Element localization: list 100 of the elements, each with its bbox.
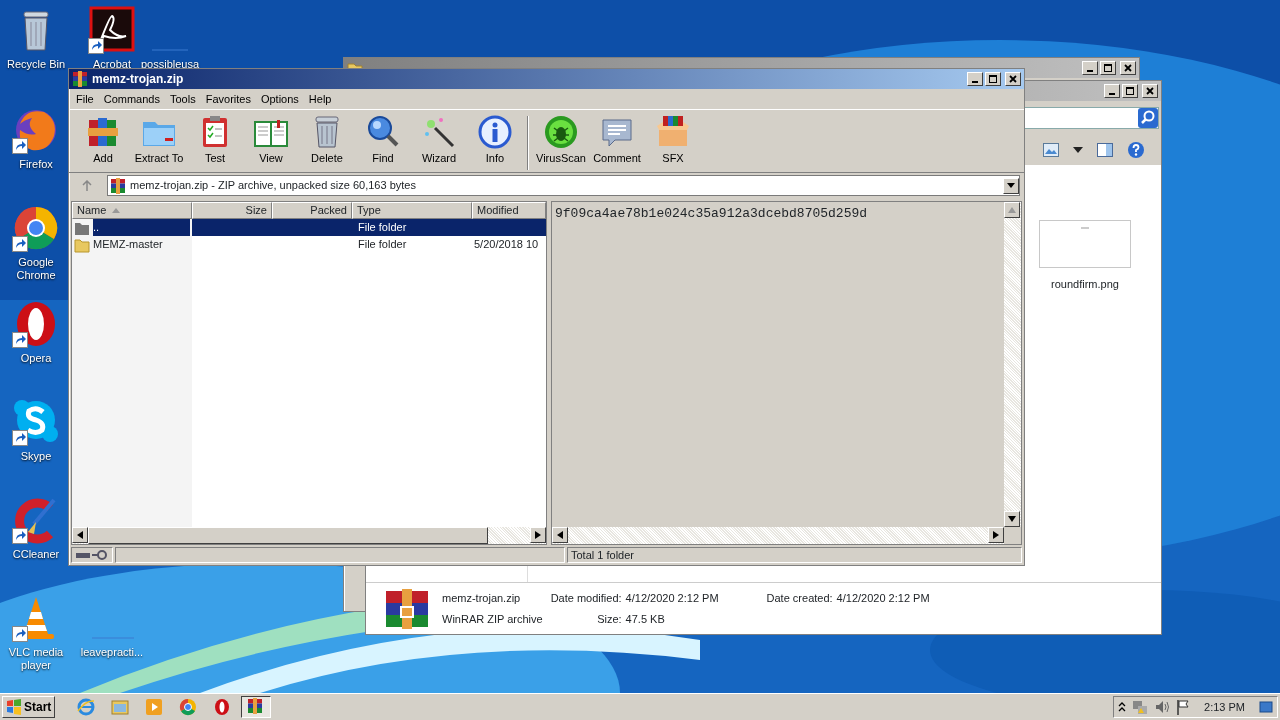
toolbar-button[interactable]: View xyxy=(243,114,299,167)
chevron-icon[interactable] xyxy=(1118,702,1127,712)
start-button[interactable]: Start xyxy=(2,696,56,718)
archive-icon xyxy=(72,71,88,87)
swirl-icon[interactable] xyxy=(88,6,136,54)
file-name: memz-trojan.zip xyxy=(442,591,522,606)
folder-icon xyxy=(74,236,90,253)
archive-icon xyxy=(384,588,430,629)
toolbar-button[interactable]: VirusScan xyxy=(533,114,589,167)
menu-item[interactable]: Commands xyxy=(98,90,165,108)
icon-label[interactable]: Opera xyxy=(20,352,52,365)
taskbar-button[interactable] xyxy=(241,696,272,718)
window-title: memz-trojan.zip xyxy=(92,71,184,88)
image-thumbnail-icon[interactable] xyxy=(1039,220,1131,268)
icon-label[interactable]: Acrobat xyxy=(93,58,131,71)
left-arrow-icon xyxy=(557,531,563,539)
horizontal-scrollbar[interactable] xyxy=(552,527,1004,544)
view-icon[interactable] xyxy=(1043,143,1059,157)
minimize-button[interactable] xyxy=(1104,84,1120,98)
maximize-button[interactable] xyxy=(985,72,1001,86)
field-label: Date created: xyxy=(766,591,833,606)
file-name: MEMZ-master xyxy=(93,237,164,253)
up-arrow-icon xyxy=(1008,207,1016,213)
file-date: 5/20/2018 10 xyxy=(473,237,540,253)
icon-label[interactable]: possibleusa xyxy=(140,58,200,71)
file-type: File folder xyxy=(357,220,408,236)
ring-icon xyxy=(213,698,232,716)
right-arrow-icon xyxy=(993,531,999,539)
toolbar-button[interactable]: Extract To xyxy=(131,114,187,167)
field-label: Size: xyxy=(596,611,622,627)
maximize-button[interactable] xyxy=(1122,84,1138,98)
column-header[interactable]: Type xyxy=(352,202,472,219)
column-header[interactable]: Modified xyxy=(472,202,546,219)
file-label[interactable]: roundfirm.png xyxy=(1051,276,1119,293)
close-icon xyxy=(1144,85,1156,97)
file-name: .. xyxy=(93,219,190,236)
file-type: WinRAR ZIP archive xyxy=(442,611,543,627)
menu-item[interactable]: Help xyxy=(303,90,337,108)
toolbar-button[interactable]: SFX xyxy=(645,114,701,167)
toolbar-button[interactable]: Delete xyxy=(299,114,355,167)
maximize-button[interactable] xyxy=(1100,61,1116,75)
minimize-button[interactable] xyxy=(1082,61,1098,75)
maximize-icon xyxy=(1124,85,1136,97)
minimize-button[interactable] xyxy=(967,72,983,86)
maximize-icon xyxy=(987,73,999,85)
menu-item[interactable]: File xyxy=(71,90,99,108)
close-icon xyxy=(1122,62,1134,74)
left-arrow-icon xyxy=(77,531,83,539)
toolbar-button[interactable]: Comment xyxy=(589,114,645,167)
pane-icon[interactable] xyxy=(1097,143,1113,157)
field-value: 47.5 KB xyxy=(625,611,666,627)
search-icon[interactable] xyxy=(1138,108,1158,128)
right-arrow-icon xyxy=(535,531,541,539)
help-icon[interactable] xyxy=(1127,141,1145,159)
icon-label[interactable]: CCleaner xyxy=(12,548,60,561)
windows-logo-icon xyxy=(6,699,22,715)
caret-icon xyxy=(1007,183,1015,188)
show-desktop-icon[interactable] xyxy=(1259,700,1273,714)
column-header[interactable]: Packed xyxy=(272,202,352,219)
toolbar-button[interactable]: Test xyxy=(187,114,243,167)
minimize-icon xyxy=(972,81,978,83)
menu-item[interactable]: Tools xyxy=(165,90,201,108)
icon-label[interactable]: Skype xyxy=(20,450,52,463)
minimize-icon xyxy=(1087,70,1093,72)
status-text: Total 1 folder xyxy=(571,547,634,563)
archive-icon xyxy=(110,177,126,194)
field-label: Date modified: xyxy=(550,591,622,606)
down-arrow-icon xyxy=(1008,516,1016,522)
field-value: 4/12/2020 2:12 PM xyxy=(836,591,930,606)
horizontal-scrollbar[interactable] xyxy=(72,527,546,544)
column-header[interactable]: Size xyxy=(192,202,272,219)
toolbar-button[interactable]: Find xyxy=(355,114,411,167)
info-icon xyxy=(477,114,513,150)
maximize-icon xyxy=(1102,62,1114,74)
icon-label[interactable]: Firefox xyxy=(19,158,53,171)
field-value: 4/12/2020 2:12 PM xyxy=(625,591,719,606)
minimize-icon xyxy=(1109,93,1115,95)
wheel-icon xyxy=(179,698,198,716)
address-field[interactable]: memz-trojan.zip - ZIP archive, unpacked size 60,163 bytes xyxy=(107,175,1020,196)
close-button[interactable] xyxy=(1120,61,1136,75)
file-row[interactable]: MEMZ-master File folder 5/20/2018 10 xyxy=(72,236,546,253)
icon-label[interactable]: Google Chrome xyxy=(0,256,72,282)
play-icon xyxy=(145,698,164,716)
drive-key-icon xyxy=(75,549,109,561)
dropdown-button[interactable] xyxy=(1003,177,1019,194)
search-field[interactable] xyxy=(1023,107,1159,129)
toolbar-button[interactable]: Add xyxy=(75,114,131,167)
flag-icon[interactable] xyxy=(1176,699,1191,715)
volume-icon[interactable] xyxy=(1154,699,1171,715)
toolbar-button[interactable]: Wizard xyxy=(411,114,467,167)
menu-item[interactable]: Favorites xyxy=(200,90,256,108)
close-button[interactable] xyxy=(1142,84,1158,98)
toolbar-button[interactable]: Info xyxy=(467,114,523,167)
close-button[interactable] xyxy=(1005,72,1021,86)
menu-item[interactable]: Options xyxy=(255,90,304,108)
icon-label[interactable]: Recycle Bin xyxy=(6,58,66,71)
column-header[interactable]: Name xyxy=(72,202,192,219)
caret-icon[interactable] xyxy=(1073,147,1083,153)
up-arrow-icon xyxy=(81,179,93,192)
vertical-scrollbar[interactable] xyxy=(1004,202,1021,527)
